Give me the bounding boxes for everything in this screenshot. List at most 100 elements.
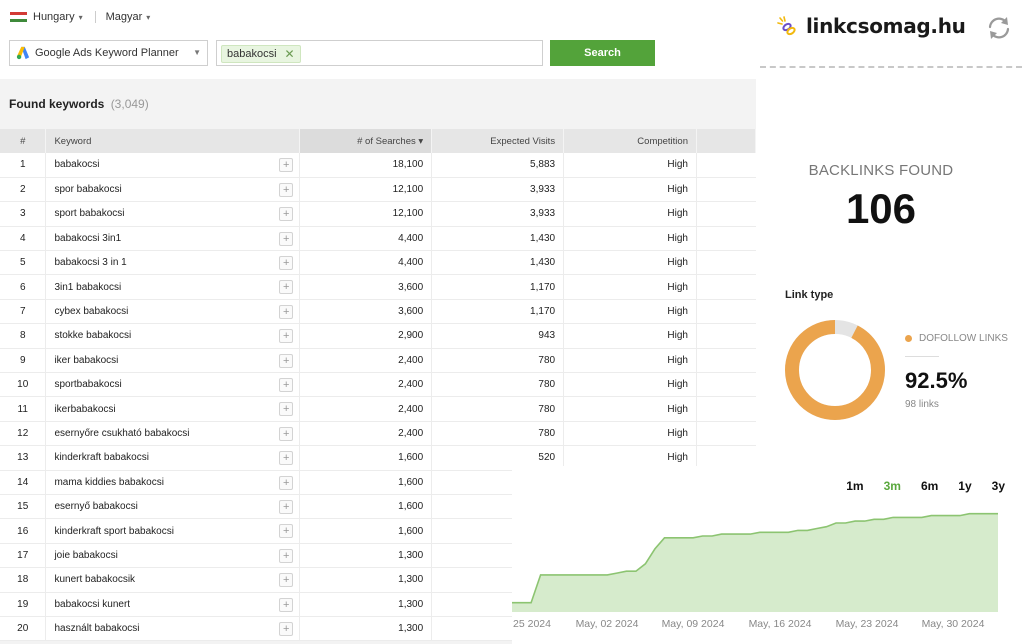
range-1m-button[interactable]: 1m — [846, 479, 863, 493]
add-keyword-icon[interactable]: + — [279, 329, 294, 344]
searches-cell: 2,400 — [299, 348, 433, 374]
found-count: (3,049) — [110, 97, 149, 111]
competition-cell: High — [563, 226, 697, 252]
range-1y-button[interactable]: 1y — [958, 479, 971, 493]
add-keyword-icon[interactable]: + — [279, 548, 294, 563]
table-row[interactable]: 1 babakocsi +18,100 5,883 High — [0, 153, 756, 178]
table-row[interactable]: 10 sportbabakocsi +2,400 780 High — [0, 372, 756, 398]
keyword-search-input[interactable]: babakocsi ✕ — [216, 40, 543, 66]
competition-cell: High — [563, 299, 697, 325]
table-row[interactable]: 9 iker babakocsi +2,400 780 High — [0, 348, 756, 374]
language-dropdown[interactable]: Magyar ▾ — [106, 11, 151, 23]
searches-cell: 1,600 — [299, 518, 433, 544]
add-keyword-icon[interactable]: + — [279, 524, 294, 539]
row-number: 3 — [0, 201, 47, 227]
searches-cell: 1,300 — [299, 592, 433, 617]
add-keyword-icon[interactable]: + — [279, 499, 294, 514]
row-number: 11 — [0, 396, 47, 422]
table-row[interactable]: 5 babakocsi 3 in 1 +4,400 1,430 High — [0, 250, 756, 276]
add-keyword-icon[interactable]: + — [279, 402, 294, 417]
sort-desc-icon: ▾ — [418, 135, 424, 147]
keyword-cell: ikerbabakocsi + — [45, 396, 301, 422]
keyword-cell: spor babakocsi + — [45, 177, 301, 203]
add-keyword-icon[interactable]: + — [279, 426, 294, 441]
add-keyword-icon[interactable]: + — [279, 207, 294, 222]
chip-label: babakocsi — [227, 48, 277, 60]
table-row[interactable]: 2 spor babakocsi +12,100 3,933 High — [0, 177, 756, 203]
keyword-text: joie babakocsi — [54, 549, 118, 561]
table-row[interactable]: 11 ikerbabakocsi +2,400 780 High — [0, 396, 756, 422]
searches-cell: 18,100 — [299, 153, 433, 178]
table-row[interactable]: 6 3in1 babakocsi +3,600 1,170 High — [0, 274, 756, 300]
empty-cell — [696, 201, 756, 227]
source-select[interactable]: Google Ads Keyword Planner ▼ — [9, 40, 208, 66]
add-keyword-icon[interactable]: + — [279, 182, 294, 197]
add-keyword-icon[interactable]: + — [279, 280, 294, 295]
add-keyword-icon[interactable]: + — [279, 573, 294, 588]
table-row[interactable]: 3 sport babakocsi +12,100 3,933 High — [0, 201, 756, 227]
legend-label: DOFOLLOW LINKS — [919, 333, 1008, 344]
visits-cell: 1,430 — [431, 250, 565, 276]
row-number: 5 — [0, 250, 47, 276]
competition-cell: High — [563, 396, 697, 422]
search-button[interactable]: Search — [550, 40, 655, 66]
visits-cell: 780 — [431, 396, 565, 422]
col-header-searches[interactable]: # of Searches ▾ — [299, 129, 433, 153]
range-3y-button[interactable]: 3y — [992, 479, 1005, 493]
range-6m-button[interactable]: 6m — [921, 479, 938, 493]
add-keyword-icon[interactable]: + — [279, 475, 294, 490]
row-number: 18 — [0, 567, 47, 593]
divider — [94, 11, 96, 23]
searches-cell: 1,300 — [299, 616, 433, 642]
table-row[interactable]: 4 babakocsi 3in1 +4,400 1,430 High — [0, 226, 756, 252]
add-keyword-icon[interactable]: + — [279, 451, 294, 466]
col-header-keyword[interactable]: Keyword — [45, 129, 301, 153]
col-header-competition[interactable]: Competition — [563, 129, 697, 153]
keyword-cell: esernyő babakocsi + — [45, 494, 301, 520]
keyword-text: sportbabakocsi — [54, 379, 122, 391]
range-3m-button[interactable]: 3m — [884, 479, 901, 493]
add-keyword-icon[interactable]: + — [279, 378, 294, 393]
visits-cell: 780 — [431, 372, 565, 398]
empty-cell — [696, 348, 756, 374]
add-keyword-icon[interactable]: + — [279, 597, 294, 612]
add-keyword-icon[interactable]: + — [279, 256, 294, 271]
searches-cell: 1,600 — [299, 445, 433, 471]
row-number: 15 — [0, 494, 47, 520]
keyword-cell: sportbabakocsi + — [45, 372, 301, 398]
add-keyword-icon[interactable]: + — [279, 231, 294, 246]
searches-cell: 1,600 — [299, 470, 433, 495]
searches-cell: 1,300 — [299, 567, 433, 593]
searches-cell: 2,900 — [299, 323, 433, 349]
add-keyword-icon[interactable]: + — [279, 353, 294, 368]
chain-link-logo-icon — [777, 16, 796, 36]
country-dropdown[interactable]: Hungary ▾ — [33, 11, 83, 23]
refresh-icon[interactable] — [985, 14, 1013, 42]
table-row[interactable]: 12 esernyőre csukható babakocsi +2,400 780 H… — [0, 421, 756, 447]
table-row[interactable]: 7 cybex babakocsi +3,600 1,170 High — [0, 299, 756, 325]
keyword-cell: kinderkraft babakocsi + — [45, 445, 301, 471]
keyword-text: ikerbabakocsi — [54, 403, 116, 415]
keyword-text: sport babakocsi — [54, 208, 125, 220]
language-label: Magyar — [105, 11, 143, 23]
visits-cell: 3,933 — [431, 201, 565, 227]
add-keyword-icon[interactable]: + — [279, 158, 294, 172]
range-selector: 1m 3m 6m 1y 3y — [826, 479, 1005, 493]
keyword-cell: stokke babakocsi + — [45, 323, 301, 349]
add-keyword-icon[interactable]: + — [279, 304, 294, 319]
add-keyword-icon[interactable]: + — [279, 621, 294, 636]
keyword-cell: mama kiddies babakocsi + — [45, 470, 301, 495]
keyword-cell: babakocsi 3 in 1 + — [45, 250, 301, 276]
col-header-visits[interactable]: Expected Visits — [431, 129, 565, 153]
row-number: 7 — [0, 299, 47, 325]
link-type-donut — [785, 320, 885, 420]
table-row[interactable]: 8 stokke babakocsi +2,900 943 High — [0, 323, 756, 349]
close-icon[interactable]: ✕ — [285, 47, 295, 61]
searches-cell: 4,400 — [299, 226, 433, 252]
searches-cell: 2,400 — [299, 396, 433, 422]
backlinks-card: linkcsomag.hu BACKLINKS FOUND 106 Link t… — [756, 0, 1024, 466]
keyword-text: iker babakocsi — [54, 354, 119, 366]
searches-cell: 2,400 — [299, 372, 433, 398]
keyword-text: kinderkraft sport babakocsi — [54, 525, 174, 537]
keyword-text: babakocsi kunert — [54, 598, 131, 610]
